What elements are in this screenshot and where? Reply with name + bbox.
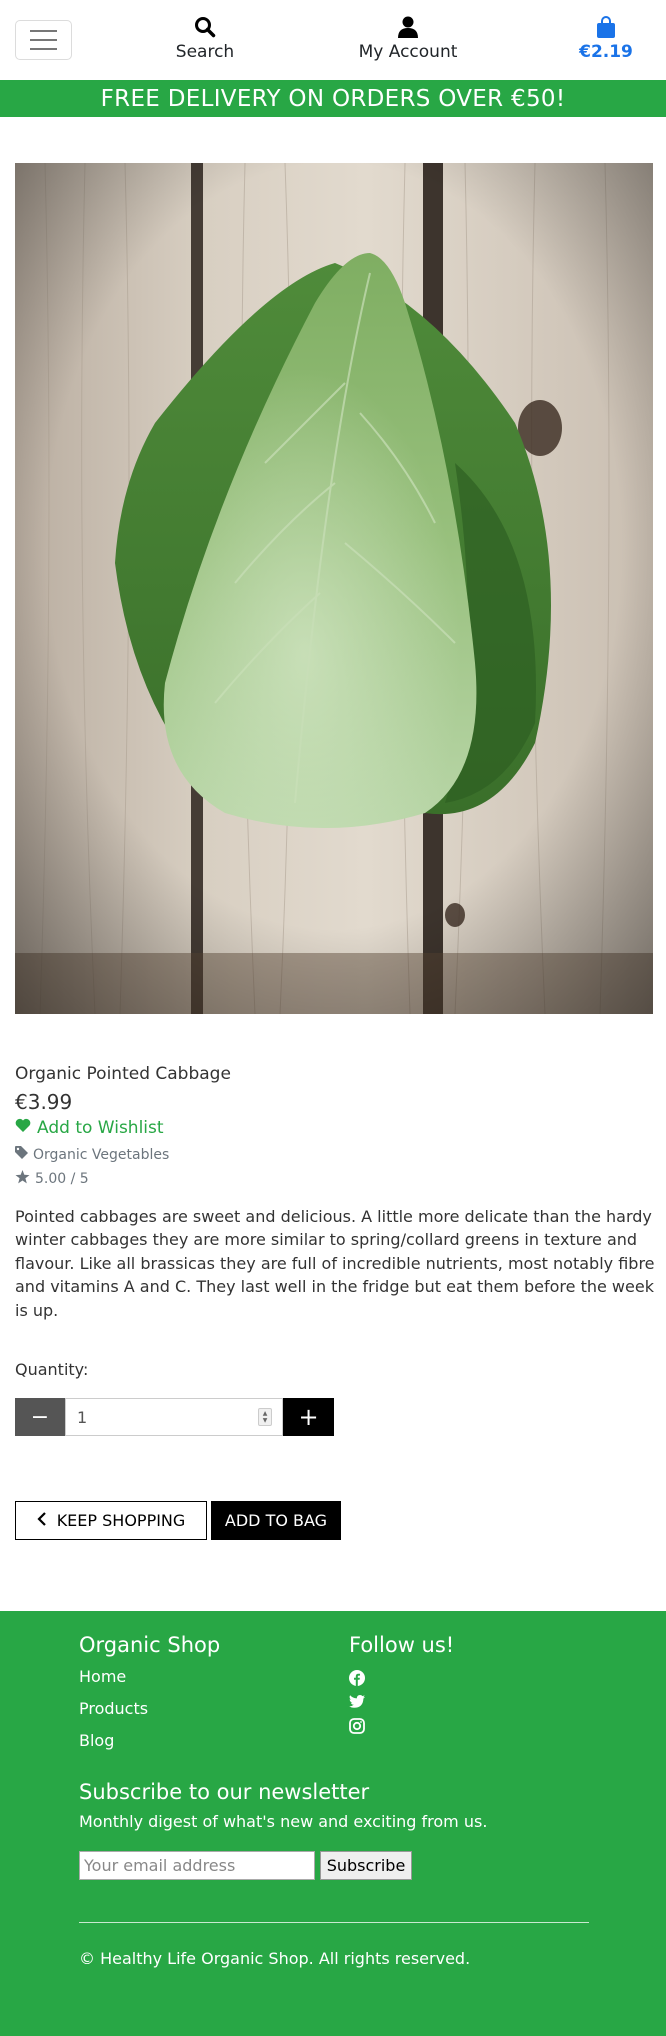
quantity-input[interactable]: 1 ▲ ▼ (65, 1398, 283, 1436)
star-icon (15, 1170, 30, 1188)
footer-link-home[interactable]: Home (79, 1667, 126, 1686)
keep-shopping-button[interactable]: KEEP SHOPPING (15, 1501, 207, 1540)
heart-icon (15, 1118, 31, 1138)
rating-value: 5.00 / 5 (35, 1171, 89, 1187)
free-delivery-banner: FREE DELIVERY ON ORDERS OVER €50! (0, 80, 666, 117)
add-to-wishlist-link[interactable]: Add to Wishlist (15, 1118, 164, 1138)
bag-total: €2.19 (579, 42, 633, 62)
product-description: Pointed cabbages are sweet and delicious… (15, 1207, 655, 1320)
hamburger-line (30, 48, 57, 50)
footer-follow-title: Follow us! (349, 1633, 455, 1657)
category-label: Organic Vegetables (33, 1146, 170, 1163)
instagram-icon[interactable] (349, 1718, 365, 1734)
hamburger-line (30, 39, 57, 41)
quantity-value: 1 (77, 1407, 88, 1427)
chevron-left-icon (37, 1511, 47, 1530)
footer-link-blog[interactable]: Blog (79, 1731, 114, 1750)
decrease-quantity-button[interactable]: − (15, 1398, 65, 1436)
copyright-text: © Healthy Life Organic Shop. All rights … (79, 1949, 471, 1968)
product-category-link[interactable]: Organic Vegetables (15, 1146, 169, 1163)
footer-link-products[interactable]: Products (79, 1699, 148, 1718)
subscribe-button[interactable]: Subscribe (320, 1851, 412, 1880)
quantity-spinner[interactable]: ▲ ▼ (258, 1408, 272, 1426)
shopping-bag-link[interactable]: €2.19 (575, 14, 637, 62)
my-account-label: My Account (358, 42, 458, 62)
twitter-icon[interactable] (349, 1694, 365, 1710)
tag-icon (15, 1146, 28, 1163)
spinner-down-icon: ▼ (262, 1417, 268, 1424)
facebook-icon[interactable] (349, 1670, 365, 1686)
increase-quantity-button[interactable]: + (283, 1398, 334, 1436)
shopping-bag-icon (596, 14, 616, 40)
search-link[interactable]: Search (165, 14, 245, 62)
my-account-link[interactable]: My Account (350, 14, 466, 62)
keep-shopping-label: KEEP SHOPPING (56, 1511, 186, 1530)
newsletter-email-input[interactable] (79, 1851, 315, 1880)
add-to-bag-button[interactable]: ADD TO BAG (211, 1501, 341, 1540)
product-price: €3.99 (15, 1090, 73, 1114)
spinner-up-icon: ▲ (262, 1410, 268, 1417)
newsletter-title: Subscribe to our newsletter (79, 1780, 370, 1804)
hamburger-line (30, 30, 57, 32)
site-header: Search My Account €2.19 (0, 0, 666, 80)
product-rating: 5.00 / 5 (15, 1170, 89, 1188)
product-name: Organic Pointed Cabbage (15, 1064, 231, 1084)
product-image (15, 163, 653, 1014)
menu-toggle-button[interactable] (15, 20, 72, 60)
newsletter-description: Monthly digest of what's new and excitin… (79, 1812, 488, 1831)
footer-shop-title: Organic Shop (79, 1633, 221, 1657)
search-label: Search (175, 42, 235, 62)
user-icon (398, 14, 418, 40)
quantity-label: Quantity: (15, 1360, 89, 1379)
wishlist-label: Add to Wishlist (37, 1118, 164, 1138)
site-footer: Organic Shop Home Products Blog Follow u… (0, 1611, 666, 2036)
footer-divider (79, 1922, 589, 1923)
search-icon (194, 14, 216, 40)
